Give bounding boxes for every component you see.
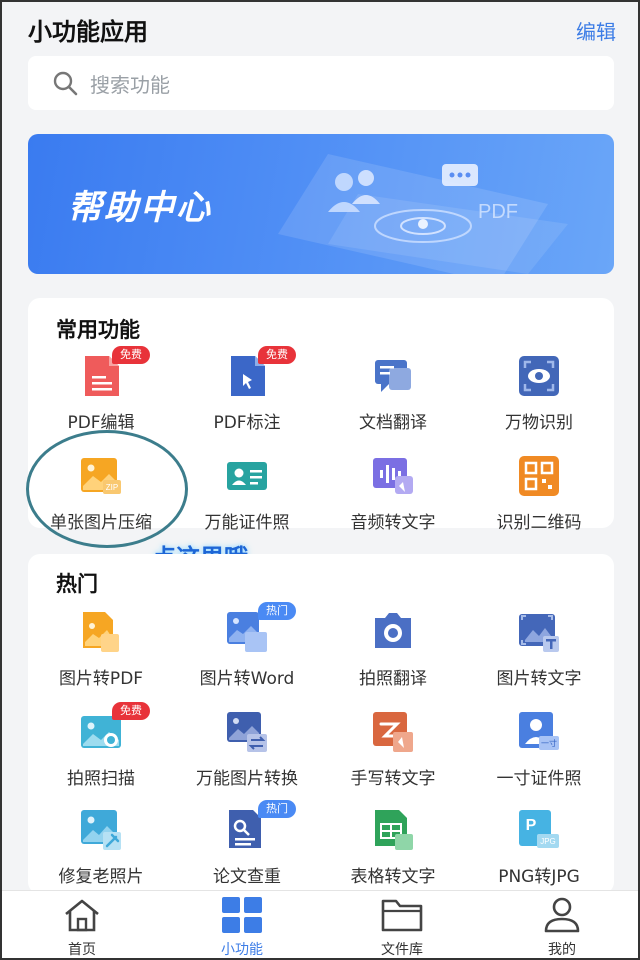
search-input[interactable]: 搜索功能 (28, 56, 614, 110)
func-image-to-word[interactable]: 热门 图片转Word (174, 602, 320, 700)
func-label: 万物识别 (505, 413, 573, 433)
image-convert-icon (227, 712, 267, 752)
handwriting-icon (373, 712, 413, 752)
func-label: 拍照扫描 (67, 769, 135, 789)
func-label: 论文查重 (213, 867, 281, 887)
func-pdf-annotate[interactable]: 免费 PDF标注 (174, 346, 320, 444)
func-id-photo[interactable]: 万能证件照 (174, 454, 320, 544)
func-handwriting[interactable]: 手写转文字 (320, 710, 466, 800)
table-to-text-icon (375, 810, 413, 850)
func-object-recognize[interactable]: 万物识别 (466, 354, 612, 444)
tab-mine[interactable]: 我的 (502, 897, 622, 959)
func-label: 拍照翻译 (359, 669, 427, 689)
func-label: 识别二维码 (496, 513, 582, 533)
id-photo-icon (227, 462, 267, 490)
func-label: 音频转文字 (350, 513, 436, 533)
func-label: 一寸证件照 (496, 769, 582, 789)
hot-functions-card: 热门 图片转PDF 热门 图片转Word 拍照翻译 图片转文字 免费 拍照扫描 … (28, 554, 614, 894)
banner-title: 帮助中心 (68, 188, 212, 228)
badge-free: 免费 (112, 346, 150, 364)
svg-text:一寸: 一寸 (541, 738, 557, 748)
grid-icon (222, 897, 262, 933)
func-label: 图片转文字 (496, 669, 582, 689)
svg-text:JPG: JPG (540, 837, 556, 846)
image-to-pdf-icon (83, 612, 119, 652)
tab-tools[interactable]: 小功能 (182, 897, 302, 959)
png-to-jpg-icon: P JPG (519, 810, 559, 848)
common-functions-title: 常用功能 (56, 318, 140, 342)
header: 小功能应用 编辑 (2, 2, 638, 54)
image-to-text-icon (519, 614, 559, 652)
one-inch-photo-icon: 一寸 (519, 712, 559, 750)
func-label: PNG转JPG (498, 867, 580, 887)
func-camera-translate[interactable]: 拍照翻译 (320, 610, 466, 700)
page-title: 小功能应用 (28, 18, 148, 46)
func-photo-repair[interactable]: 修复老照片 (28, 808, 174, 898)
func-label: 表格转文字 (350, 867, 436, 887)
tab-home[interactable]: 首页 (22, 897, 142, 959)
highlight-circle (26, 430, 188, 548)
func-camera-scan[interactable]: 免费 拍照扫描 (28, 702, 174, 800)
badge-free: 免费 (112, 702, 150, 720)
svg-text:PDF: PDF (478, 201, 518, 223)
func-png-to-jpg[interactable]: P JPG PNG转JPG (466, 808, 612, 898)
func-label: 修复老照片 (58, 867, 144, 887)
func-label: PDF标注 (213, 413, 281, 433)
func-doc-translate[interactable]: 文档翻译 (320, 354, 466, 444)
badge-hot: 热门 (258, 602, 296, 620)
func-label: 万能图片转换 (196, 769, 298, 789)
camera-translate-icon (375, 613, 411, 648)
photo-repair-icon (81, 810, 121, 850)
hot-functions-title: 热门 (56, 572, 98, 596)
func-paper-check[interactable]: 热门 论文查重 (174, 800, 320, 898)
doc-translate-icon (375, 360, 411, 392)
func-label: 万能证件照 (204, 513, 290, 533)
func-label: 图片转Word (199, 669, 295, 689)
func-label: 图片转PDF (58, 669, 144, 689)
audio-to-text-icon (373, 458, 413, 494)
badge-hot: 热门 (258, 800, 296, 818)
object-recognize-icon (519, 356, 559, 396)
tab-label: 我的 (548, 942, 576, 958)
help-center-banner[interactable]: PDF 帮助中心 (28, 134, 614, 274)
func-image-convert[interactable]: 万能图片转换 (174, 710, 320, 800)
func-audio-to-text[interactable]: 音频转文字 (320, 454, 466, 544)
func-one-inch-photo[interactable]: 一寸 一寸证件照 (466, 710, 612, 800)
edit-button[interactable]: 编辑 (576, 16, 616, 45)
user-icon (544, 897, 580, 933)
bottom-tab-bar: 首页 小功能 文件库 我的 (2, 890, 638, 958)
func-image-to-pdf[interactable]: 图片转PDF (28, 610, 174, 700)
qrcode-icon (519, 456, 559, 496)
folder-icon (381, 899, 423, 932)
search-placeholder: 搜索功能 (90, 72, 170, 97)
tab-label: 小功能 (221, 942, 263, 958)
badge-free: 免费 (258, 346, 296, 364)
svg-text:P: P (526, 817, 537, 834)
tab-files[interactable]: 文件库 (342, 897, 462, 959)
func-qrcode[interactable]: 识别二维码 (466, 454, 612, 544)
search-icon (53, 71, 78, 96)
tab-label: 首页 (68, 942, 96, 958)
func-image-to-text[interactable]: 图片转文字 (466, 610, 612, 700)
home-icon (65, 899, 99, 932)
func-table-to-text[interactable]: 表格转文字 (320, 808, 466, 898)
func-label: 手写转文字 (350, 769, 436, 789)
tab-label: 文件库 (381, 942, 423, 958)
func-label: 文档翻译 (359, 413, 427, 433)
